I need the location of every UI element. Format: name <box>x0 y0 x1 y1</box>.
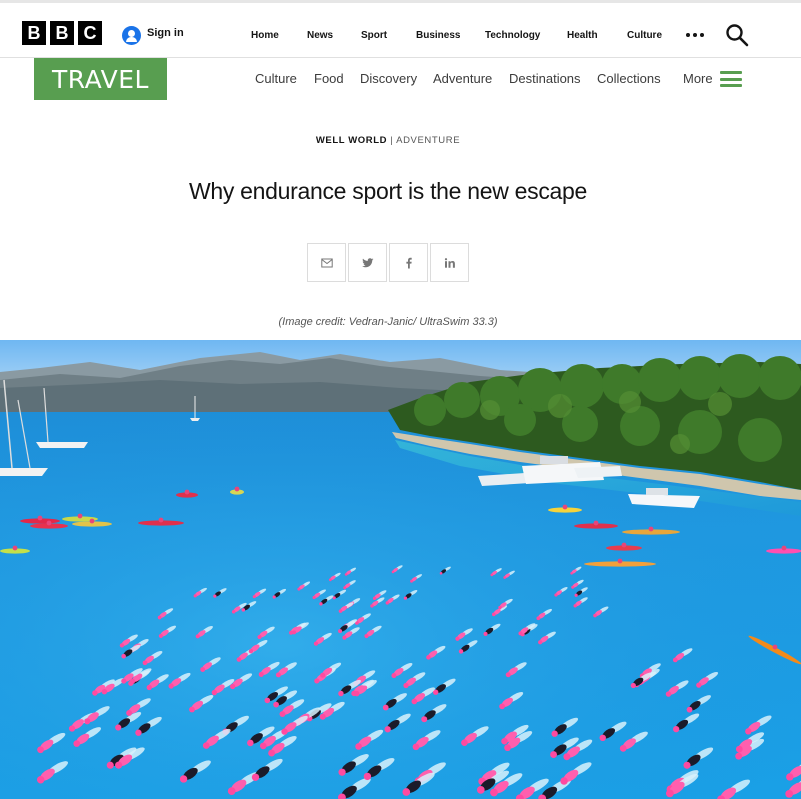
kayaker <box>781 545 787 551</box>
kayaker <box>234 486 240 492</box>
travel-nav-more[interactable]: More <box>683 71 713 86</box>
bbc-logo-letter: C <box>78 21 102 45</box>
kayaker <box>621 542 627 548</box>
linkedin-icon <box>444 257 455 268</box>
kayaker <box>617 558 623 564</box>
user-icon <box>122 26 141 45</box>
kayaker <box>648 526 654 532</box>
travel-nav-food[interactable]: Food <box>314 71 344 86</box>
share-linkedin-button[interactable] <box>430 243 469 282</box>
kayaker <box>89 518 95 524</box>
share-bar <box>307 243 469 282</box>
kicker-separator: | <box>390 135 394 146</box>
bbc-global-header: B B C Sign in Home News Sport Business T… <box>0 0 801 58</box>
nav-item-home[interactable]: Home <box>251 30 279 41</box>
travel-nav-discovery[interactable]: Discovery <box>360 71 417 86</box>
kicker-secondary[interactable]: ADVENTURE <box>396 135 460 146</box>
kayaker <box>77 513 83 519</box>
hero-illustration <box>0 340 801 799</box>
nav-item-technology[interactable]: Technology <box>485 30 540 41</box>
nav-item-culture[interactable]: Culture <box>627 30 662 41</box>
kayaker <box>593 520 599 526</box>
article-headline: Why endurance sport is the new escape <box>188 178 587 204</box>
nav-item-business[interactable]: Business <box>416 30 460 41</box>
nav-item-sport[interactable]: Sport <box>361 30 387 41</box>
article-kicker: WELL WORLD | ADVENTURE <box>0 135 776 146</box>
kayaker <box>562 504 568 510</box>
kayaker <box>772 644 778 650</box>
hero-image <box>0 340 801 799</box>
kicker-primary[interactable]: WELL WORLD <box>316 135 387 146</box>
bbc-logo-letter: B <box>22 21 46 45</box>
kayaker <box>158 517 164 523</box>
sign-in-button[interactable]: Sign in <box>122 26 184 45</box>
travel-nav-collections[interactable]: Collections <box>597 71 661 86</box>
hamburger-menu-icon[interactable] <box>720 71 742 87</box>
twitter-icon <box>361 257 373 267</box>
image-credit: (Image credit: Vedran-Janic/ UltraSwim 3… <box>278 316 498 328</box>
more-dots-icon[interactable] <box>686 33 704 37</box>
travel-nav-culture[interactable]: Culture <box>255 71 297 86</box>
kayaker <box>37 515 43 521</box>
kayaker <box>12 545 18 551</box>
nav-item-news[interactable]: News <box>307 30 333 41</box>
share-twitter-button[interactable] <box>348 243 387 282</box>
bbc-logo-letter: B <box>50 21 74 45</box>
sign-in-label: Sign in <box>147 26 184 39</box>
nav-item-health[interactable]: Health <box>567 30 598 41</box>
search-icon[interactable] <box>725 23 749 47</box>
bbc-logo[interactable]: B B C <box>22 21 102 45</box>
travel-header: TRAVEL Culture Food Discovery Adventure … <box>0 58 801 102</box>
travel-nav-destinations[interactable]: Destinations <box>509 71 581 86</box>
share-email-button[interactable] <box>307 243 346 282</box>
travel-nav-adventure[interactable]: Adventure <box>433 71 492 86</box>
email-icon <box>320 258 333 267</box>
kayaker <box>184 489 190 495</box>
kayaker <box>46 520 52 526</box>
share-facebook-button[interactable] <box>389 243 428 282</box>
travel-logo[interactable]: TRAVEL <box>34 58 167 100</box>
facebook-icon <box>405 257 412 268</box>
